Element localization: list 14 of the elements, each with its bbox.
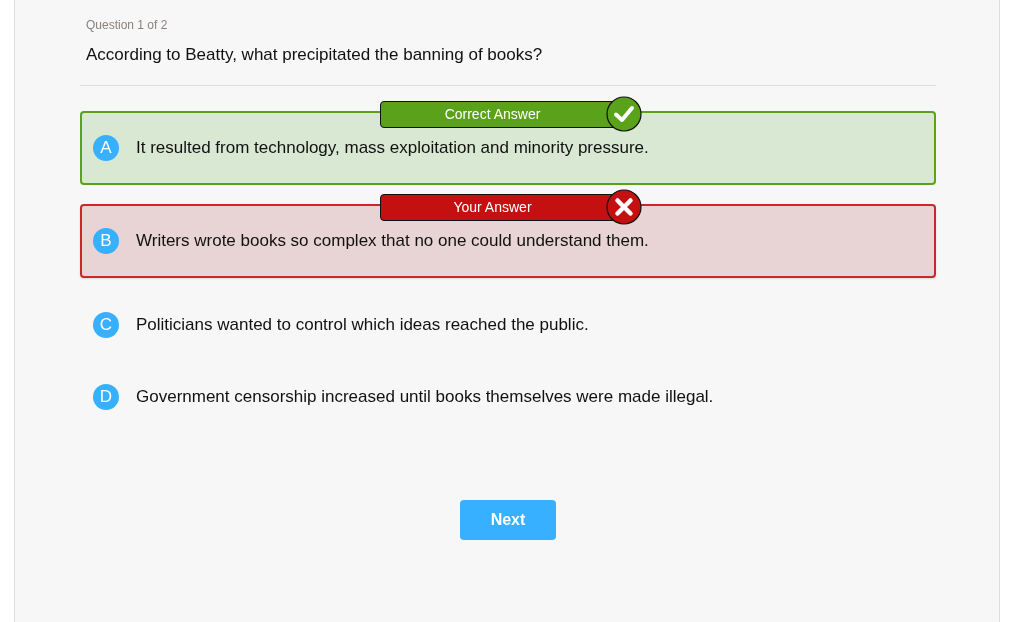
question-counter: Question 1 of 2 bbox=[85, 18, 169, 32]
option-text: Writers wrote books so complex that no one could understand them. bbox=[136, 231, 649, 251]
option-text: It resulted from technology, mass exploitation and minority pressure. bbox=[136, 138, 649, 158]
answer-option[interactable]: D Government censorship increased until books themselves were made illegal. bbox=[80, 369, 936, 425]
check-icon bbox=[606, 96, 642, 132]
option-letter: B bbox=[93, 228, 119, 254]
option-letter: D bbox=[93, 384, 119, 410]
option-letter: A bbox=[93, 135, 119, 161]
option-letter: C bbox=[93, 312, 119, 338]
option-text: Government censorship increased until books themselves were made illegal. bbox=[136, 387, 714, 407]
cross-icon bbox=[606, 189, 642, 225]
answer-option[interactable]: C Politicians wanted to control which ideas reached the public. bbox=[80, 297, 936, 353]
question-text: According to Beatty, what precipitated the banning of books? bbox=[85, 45, 544, 65]
option-text: Politicians wanted to control which ideas reached the public. bbox=[136, 315, 589, 335]
